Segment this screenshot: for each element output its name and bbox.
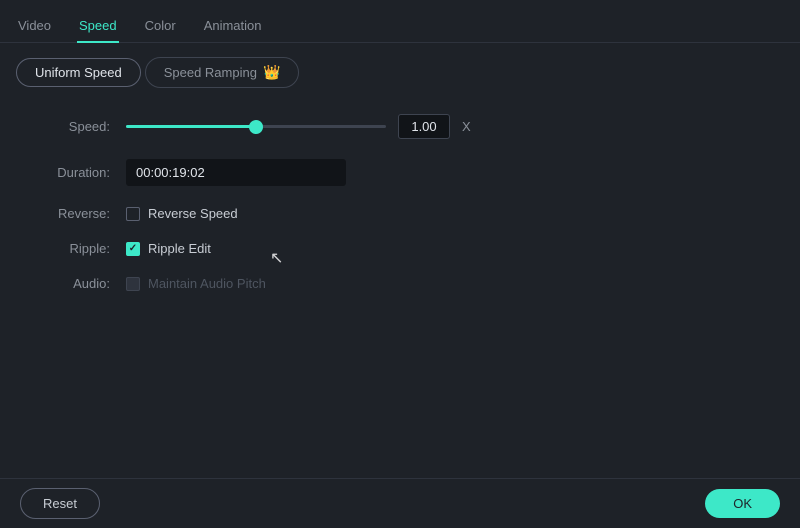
reverse-checkbox-row: Reverse Speed: [126, 206, 238, 221]
reverse-row: Reverse: Reverse Speed: [30, 206, 800, 221]
sub-tabs-row: Uniform Speed Speed Ramping 👑: [0, 43, 800, 102]
crown-icon: 👑: [263, 64, 280, 81]
ripple-label: Ripple:: [30, 241, 110, 256]
bottom-bar: Reset OK: [0, 478, 800, 528]
audio-checkbox-row: Maintain Audio Pitch: [126, 276, 266, 291]
reverse-label: Reverse:: [30, 206, 110, 221]
ripple-row: Ripple: Ripple Edit: [30, 241, 800, 256]
tab-video[interactable]: Video: [16, 10, 53, 43]
ripple-checkbox[interactable]: [126, 242, 140, 256]
subtab-speed-ramp[interactable]: Speed Ramping 👑: [145, 57, 300, 88]
audio-checkbox[interactable]: [126, 277, 140, 291]
duration-row: Duration:: [30, 159, 800, 186]
audio-row: Audio: Maintain Audio Pitch: [30, 276, 800, 291]
speed-slider-fill: [126, 125, 256, 128]
reset-button[interactable]: Reset: [20, 488, 100, 519]
speed-slider-thumb[interactable]: [249, 120, 263, 134]
speed-value-input[interactable]: [398, 114, 450, 139]
tab-animation[interactable]: Animation: [202, 10, 264, 43]
speed-controls: X: [126, 114, 471, 139]
duration-input[interactable]: [126, 159, 346, 186]
tab-speed[interactable]: Speed: [77, 10, 119, 43]
speed-slider-container[interactable]: [126, 125, 386, 128]
top-nav: Video Speed Color Animation: [0, 0, 800, 43]
audio-checkbox-label: Maintain Audio Pitch: [148, 276, 266, 291]
form-content: Speed: X Duration: Reverse: Reverse Spee…: [0, 102, 800, 323]
ok-button[interactable]: OK: [705, 489, 780, 518]
reverse-checkbox[interactable]: [126, 207, 140, 221]
reverse-checkbox-label: Reverse Speed: [148, 206, 238, 221]
speed-label: Speed:: [30, 119, 110, 134]
tab-color[interactable]: Color: [143, 10, 178, 43]
ripple-checkbox-label: Ripple Edit: [148, 241, 211, 256]
speed-row: Speed: X: [30, 114, 800, 139]
duration-label: Duration:: [30, 165, 110, 180]
ripple-checkbox-row: Ripple Edit: [126, 241, 211, 256]
audio-label: Audio:: [30, 276, 110, 291]
speed-slider-track[interactable]: [126, 125, 386, 128]
speed-x-label: X: [462, 119, 471, 134]
subtab-uniform-speed[interactable]: Uniform Speed: [16, 58, 141, 87]
